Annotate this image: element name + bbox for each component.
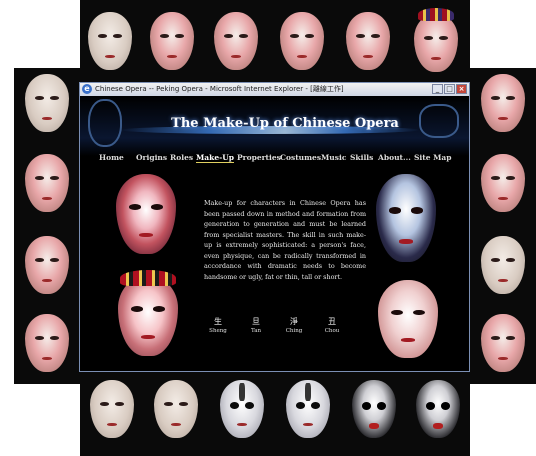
nav-properties[interactable]: Properties bbox=[237, 153, 281, 162]
window-title: Chinese Opera -- Peking Opera - Microsof… bbox=[95, 85, 344, 93]
face-image bbox=[481, 236, 525, 294]
face-image bbox=[481, 74, 525, 132]
face-image bbox=[414, 8, 458, 72]
nav-site-map[interactable]: Site Map bbox=[414, 153, 452, 162]
role-label: Chou bbox=[324, 328, 340, 334]
face-image bbox=[481, 314, 525, 372]
face-image bbox=[88, 12, 132, 70]
face-image bbox=[352, 380, 396, 438]
nav-about[interactable]: About... bbox=[378, 153, 411, 162]
nav-roles[interactable]: Roles bbox=[170, 153, 193, 162]
makeup-face-image bbox=[118, 269, 178, 356]
face-gallery-bottom bbox=[80, 370, 470, 456]
face-image bbox=[214, 12, 258, 70]
role-link-chou[interactable]: 丑 Chou bbox=[320, 316, 344, 334]
nav-make-up[interactable]: Make-Up bbox=[196, 153, 235, 163]
role-links: 生 Sheng 旦 Tan 淨 Ching 丑 Chou bbox=[206, 316, 356, 342]
face-gallery-left bbox=[14, 68, 80, 384]
minimize-button[interactable]: _ bbox=[432, 84, 443, 94]
face-image bbox=[346, 12, 390, 70]
nav-skills[interactable]: Skills bbox=[350, 153, 373, 162]
nav-music[interactable]: Music bbox=[321, 153, 346, 162]
role-character: 旦 bbox=[252, 317, 260, 326]
page-content: Make-up for characters in Chinese Opera … bbox=[80, 170, 469, 371]
role-character: 丑 bbox=[328, 317, 336, 326]
face-image bbox=[150, 12, 194, 70]
face-image bbox=[416, 380, 460, 438]
face-image bbox=[25, 236, 69, 294]
mask-logo-icon bbox=[88, 99, 122, 147]
face-image bbox=[25, 74, 69, 132]
makeup-face-image bbox=[378, 280, 438, 358]
face-image bbox=[90, 380, 134, 438]
face-image bbox=[280, 12, 324, 70]
chinese-character-icon bbox=[419, 104, 459, 138]
makeup-face-image bbox=[116, 174, 176, 254]
role-character: 生 bbox=[214, 317, 222, 326]
browser-window: e Chinese Opera -- Peking Opera - Micros… bbox=[79, 82, 470, 372]
role-link-ching[interactable]: 淨 Ching bbox=[282, 316, 306, 334]
face-image bbox=[154, 380, 198, 438]
role-character: 淨 bbox=[290, 317, 298, 326]
face-image bbox=[481, 154, 525, 212]
role-label: Ching bbox=[285, 328, 303, 334]
face-image bbox=[220, 380, 264, 438]
ie-icon: e bbox=[82, 84, 92, 94]
close-button[interactable]: × bbox=[456, 84, 467, 94]
face-image bbox=[286, 380, 330, 438]
nav-costumes[interactable]: Costumes bbox=[280, 153, 321, 162]
role-link-tan[interactable]: 旦 Tan bbox=[244, 316, 268, 334]
nav-origins[interactable]: Origins bbox=[136, 153, 167, 162]
face-image bbox=[25, 314, 69, 372]
face-gallery-right bbox=[470, 68, 536, 384]
face-image bbox=[25, 154, 69, 212]
role-label: Sheng bbox=[209, 328, 227, 334]
site-header: The Make-Up of Chinese Opera Home Origin… bbox=[80, 96, 469, 163]
role-link-sheng[interactable]: 生 Sheng bbox=[206, 316, 230, 334]
face-gallery-top bbox=[80, 0, 470, 86]
site-title: The Make-Up of Chinese Opera bbox=[171, 116, 399, 131]
window-titlebar[interactable]: e Chinese Opera -- Peking Opera - Micros… bbox=[80, 83, 469, 97]
makeup-face-image bbox=[376, 174, 436, 262]
role-label: Tan bbox=[250, 328, 262, 334]
maximize-button[interactable]: □ bbox=[444, 84, 455, 94]
intro-paragraph: Make-up for characters in Chinese Opera … bbox=[204, 199, 366, 281]
main-nav: Home Origins Roles Make-Up Properties Co… bbox=[80, 153, 469, 167]
nav-home[interactable]: Home bbox=[99, 153, 124, 162]
